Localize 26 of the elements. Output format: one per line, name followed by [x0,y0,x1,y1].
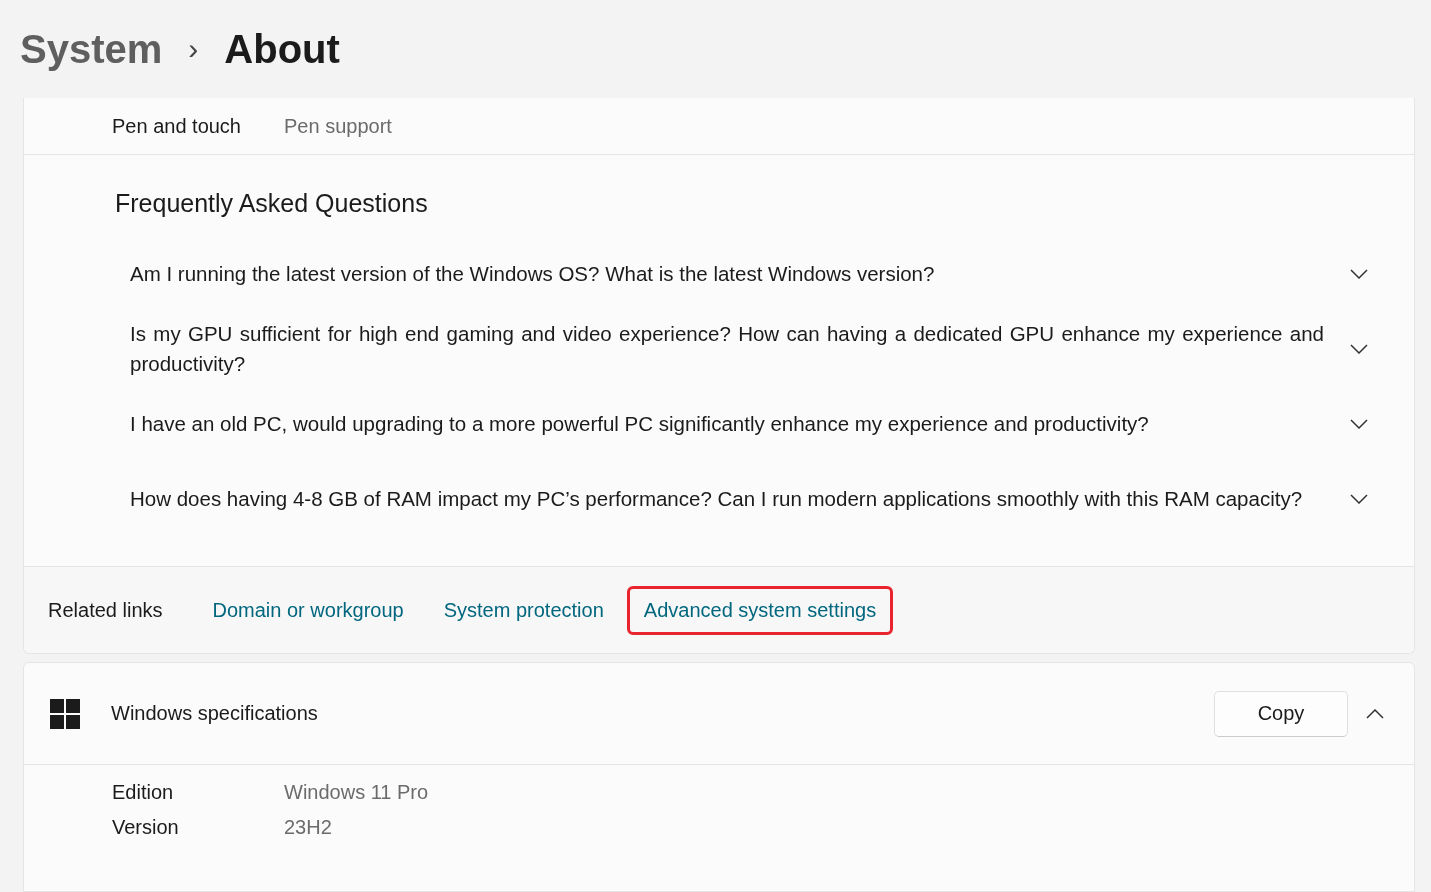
chevron-icon [1350,268,1368,279]
faq-title: Frequently Asked Questions [115,189,429,218]
spec-label: Version [112,816,180,839]
chevron-icon [1350,343,1368,354]
related-link[interactable]: System protection [426,585,621,635]
chevron-icon [1350,493,1368,504]
chevron-icon [1350,418,1368,429]
windows-logo-icon [50,698,80,729]
related-links-label: Related links [48,598,163,622]
breadcrumb-parent[interactable]: System [20,26,163,72]
faq-question[interactable]: How does having 4-8 GB of RAM impact my PC’s performance? Can I run modern applications smoothly with this RAM capacity? [130,483,1324,514]
related-link[interactable]: Domain or workgroup [195,585,421,635]
spec-value: Pen support [284,114,392,138]
section-title: Windows specifications [111,702,319,725]
spec-label: Edition [112,781,175,804]
page-title: About [224,26,340,72]
breadcrumb-separator: › [188,32,199,66]
related-link[interactable]: Advanced system settings [626,585,894,635]
chevron-icon [1366,708,1384,719]
spec-value: Windows 11 Pro [284,781,429,804]
faq-question[interactable]: Is my GPU sufficient for high end gaming and video experience? How can having a dedicated GPU enhance my experience and productivity? [130,318,1324,379]
faq-question[interactable]: I have an old PC, would upgrading to a more powerful PC significantly enhance my experience and productivity? [130,408,1324,439]
spec-label: Pen and touch [112,114,242,138]
copy-button[interactable]: Copy [1214,690,1348,737]
spec-value: 23H2 [284,816,332,839]
faq-question[interactable]: Am I running the latest version of the Windows OS? What is the latest Windows version? [130,258,1324,289]
